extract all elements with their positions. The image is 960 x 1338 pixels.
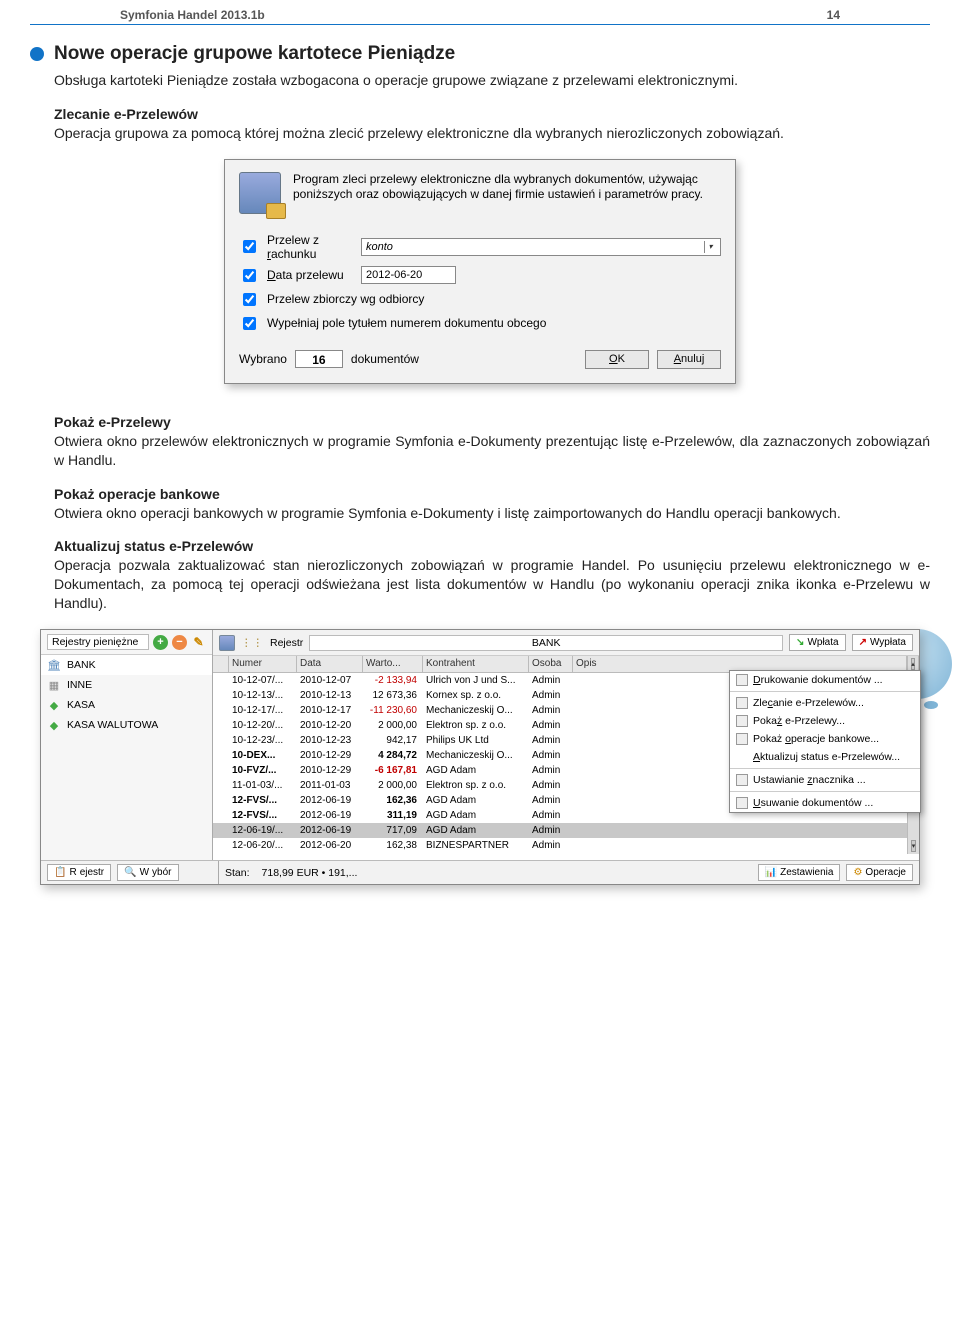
remove-icon[interactable]: − — [172, 635, 187, 650]
col-osoba[interactable]: Osoba — [529, 656, 573, 672]
wplata-button[interactable]: ↘Wpłata — [789, 634, 846, 651]
box-icon — [736, 674, 748, 686]
checkbox-label: Data przelewu — [267, 268, 353, 282]
account-dropdown[interactable]: konto ▾ — [361, 238, 721, 256]
col-wartosc[interactable]: Warto... — [363, 656, 423, 672]
checkbox-label: Przelew zbiorczy wg odbiorcy — [267, 292, 424, 306]
table-row[interactable]: 12-06-20/...2012-06-20162,38BIZNESPARTNE… — [213, 838, 919, 854]
rejestr-label: Rejestr — [270, 637, 303, 649]
menu-ustawianie-znacznika[interactable]: Ustawianie znacznika ... — [730, 768, 920, 789]
decorative-blob — [924, 701, 938, 709]
section-heading: Nowe operacje grupowe kartotece Pieniądz… — [54, 43, 455, 65]
selected-count: 16 — [295, 350, 343, 368]
menu-zlecanie[interactable]: Zlecanie e-Przelewów... — [730, 691, 920, 712]
menu-drukowanie[interactable]: Drukowanie dokumentów ... — [730, 671, 920, 689]
bank-icon: 🏛 — [47, 658, 61, 672]
bank-coins-icon — [239, 172, 281, 214]
dialog-description: Program zleci przelewy elektroniczne dla… — [293, 172, 721, 214]
sub3-title: Pokaż operacje bankowe — [54, 486, 930, 502]
box-icon — [736, 733, 748, 745]
table-row[interactable]: 12-06-19/...2012-06-19717,09AGD AdamAdmi… — [213, 823, 919, 838]
sub4-title: Aktualizuj status e-Przelewów — [54, 538, 930, 554]
sidebar-item-inne[interactable]: ▦ INNE — [41, 675, 212, 695]
rejestr-value[interactable]: BANK — [309, 635, 783, 651]
sidebar-item-kasa-walutowa[interactable]: ◆ KASA WALUTOWA — [41, 715, 212, 735]
scroll-up[interactable]: ▴ — [911, 658, 915, 670]
context-menu: Drukowanie dokumentów ... Zlecanie e-Prz… — [729, 670, 921, 813]
registry-window: Rejestry pieniężne + − ✎ 🏛 BANK ▦ INNE — [40, 629, 920, 885]
cash-icon: ◆ — [47, 698, 61, 712]
stan-value: 718,99 EUR • 191,... — [256, 867, 752, 879]
checkbox-data-przelewu[interactable] — [243, 269, 256, 282]
intro-paragraph: Obsługa kartoteki Pieniądze została wzbo… — [54, 71, 930, 90]
box-icon — [736, 697, 748, 709]
page-number: 14 — [827, 8, 840, 22]
box-icon — [736, 715, 748, 727]
checkbox-przelew-zbiorczy[interactable] — [243, 293, 256, 306]
zestawienia-button[interactable]: 📊Zestawienia — [758, 864, 841, 881]
menu-aktualizuj[interactable]: Aktualizuj status e-Przelewów... — [730, 748, 920, 766]
dialog-zlecanie-eprzelewow: Program zleci przelewy elektroniczne dla… — [224, 159, 736, 384]
doc-header: Symfonia Handel 2013.1b — [120, 8, 265, 22]
sidebar-item-kasa[interactable]: ◆ KASA — [41, 695, 212, 715]
wybrano-label: Wybrano — [239, 352, 287, 366]
sidebar: Rejestry pieniężne + − ✎ 🏛 BANK ▦ INNE — [41, 630, 213, 860]
box-icon — [736, 774, 748, 786]
more-icon[interactable]: ⋮⋮ — [241, 637, 264, 649]
wybor-button[interactable]: 🔍Wybór — [117, 864, 178, 881]
other-icon: ▦ — [47, 678, 61, 692]
sub2-body: Otwiera okno przelewów elektronicznych w… — [54, 432, 930, 470]
col-kontrahent[interactable]: Kontrahent — [423, 656, 529, 672]
checkbox-label: Przelew z rachunku — [267, 233, 353, 261]
dokumentow-label: dokumentów — [351, 352, 419, 366]
col-numer[interactable]: Numer — [229, 656, 297, 672]
box-icon — [736, 797, 748, 809]
checkbox-przelew-z-rachunku[interactable] — [243, 240, 256, 253]
menu-pokaz-operacje[interactable]: Pokaż operacje bankowe... — [730, 730, 920, 748]
wyplata-button[interactable]: ↗Wypłata — [852, 634, 913, 651]
ok-button[interactable]: OK — [585, 350, 649, 369]
rejestr-button[interactable]: 📋Rejestr — [47, 864, 111, 881]
col-data[interactable]: Data — [297, 656, 363, 672]
menu-usuwanie[interactable]: Usuwanie dokumentów ... — [730, 791, 920, 812]
sub1-body: Operacja grupowa za pomocą której można … — [54, 124, 930, 143]
scroll-down[interactable]: ▾ — [911, 840, 916, 852]
cancel-button[interactable]: Anuluj — [657, 350, 721, 369]
checkbox-label: Wypełniaj pole tytułem numerem dokumentu… — [267, 316, 546, 330]
bullet-icon — [30, 47, 44, 61]
sub1-title: Zlecanie e-Przelewów — [54, 106, 930, 122]
date-input[interactable]: 2012-06-20 — [361, 266, 456, 284]
edit-icon[interactable]: ✎ — [191, 635, 206, 650]
stan-label: Stan: — [225, 867, 250, 879]
chevron-down-icon: ▾ — [704, 241, 716, 253]
checkbox-wypelniaj-tytul[interactable] — [243, 317, 256, 330]
sidebar-title: Rejestry pieniężne — [47, 634, 149, 650]
add-icon[interactable]: + — [153, 635, 168, 650]
sub3-body: Otwiera okno operacji bankowych w progra… — [54, 504, 930, 523]
bank-icon — [219, 635, 235, 651]
cash-icon: ◆ — [47, 718, 61, 732]
operacje-button[interactable]: ⚙Operacje — [846, 864, 913, 881]
col-icon[interactable] — [213, 656, 229, 672]
sub2-title: Pokaż e-Przelewy — [54, 414, 930, 430]
sidebar-item-bank[interactable]: 🏛 BANK — [41, 655, 212, 675]
menu-pokaz-eprzelewy[interactable]: Pokaż e-Przelewy... — [730, 712, 920, 730]
sub4-body: Operacja pozwala zaktualizować stan nier… — [54, 556, 930, 613]
